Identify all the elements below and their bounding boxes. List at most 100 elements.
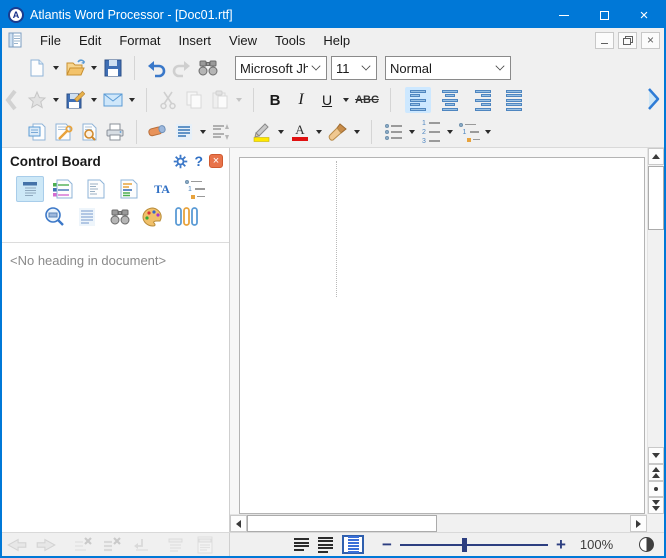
sort-paragraphs-button[interactable] xyxy=(209,119,235,145)
horizontal-scrollbar[interactable] xyxy=(230,514,647,532)
scroll-down-button[interactable] xyxy=(648,447,664,464)
control-board-tab-fields[interactable] xyxy=(115,176,143,202)
font-color-dropdown[interactable] xyxy=(313,119,325,145)
control-board-tab-find[interactable] xyxy=(106,204,134,230)
page-setup-button[interactable] xyxy=(50,119,76,145)
menu-item-edit[interactable]: Edit xyxy=(70,30,110,51)
zoom-slider-track[interactable] xyxy=(400,544,548,546)
paragraph-marks-button[interactable] xyxy=(171,119,197,145)
document-page[interactable] xyxy=(239,157,645,514)
paste-button[interactable] xyxy=(207,87,233,113)
previous-heading-button[interactable] xyxy=(5,535,29,555)
scroll-track[interactable] xyxy=(437,515,630,532)
demote-heading-button[interactable] xyxy=(129,535,153,555)
scroll-left-button[interactable] xyxy=(230,515,247,532)
scroll-right-button[interactable] xyxy=(630,515,647,532)
zoom-slider[interactable] xyxy=(400,536,548,554)
print-preview-button[interactable] xyxy=(76,119,102,145)
minimize-button[interactable] xyxy=(544,2,584,28)
mdi-restore-button[interactable] xyxy=(618,32,637,49)
paste-dropdown[interactable] xyxy=(233,87,245,113)
align-justify-button[interactable] xyxy=(501,87,527,113)
format-painter-dropdown[interactable] xyxy=(351,119,363,145)
control-board-tab-styles[interactable]: 1 xyxy=(181,176,209,202)
delete-all-headings-button[interactable] xyxy=(100,535,124,555)
find-button[interactable] xyxy=(195,55,221,81)
format-painter-button[interactable] xyxy=(325,119,351,145)
align-left-button[interactable] xyxy=(405,87,431,113)
control-board-settings-button[interactable] xyxy=(173,154,188,169)
highlight-button[interactable] xyxy=(249,119,275,145)
control-board-tab-zoom-view[interactable] xyxy=(40,204,68,230)
font-name-combobox[interactable]: Microsoft Jh xyxy=(235,56,327,80)
copy-button[interactable] xyxy=(181,87,207,113)
menu-item-tools[interactable]: Tools xyxy=(266,30,314,51)
save-button[interactable] xyxy=(100,55,126,81)
zoom-out-button[interactable]: − xyxy=(382,536,392,553)
print-layout-view-button[interactable] xyxy=(342,535,364,554)
italic-button[interactable]: I xyxy=(288,87,314,113)
control-board-tab-headings[interactable] xyxy=(16,176,44,202)
email-button[interactable] xyxy=(100,87,126,113)
cut-button[interactable] xyxy=(155,87,181,113)
new-document-dropdown[interactable] xyxy=(50,55,62,81)
toolbar-scroll-right-button[interactable] xyxy=(645,84,663,114)
menu-item-format[interactable]: Format xyxy=(110,30,169,51)
close-button[interactable]: × xyxy=(624,2,664,28)
save-special-dropdown[interactable] xyxy=(88,87,100,113)
numbered-list-dropdown[interactable] xyxy=(444,119,456,145)
control-board-close-button[interactable]: × xyxy=(209,154,223,168)
favorites-dropdown[interactable] xyxy=(50,87,62,113)
redo-button[interactable] xyxy=(169,55,195,81)
document-menu-icon[interactable] xyxy=(7,32,23,48)
strikethrough-button[interactable]: ABC xyxy=(352,87,382,113)
title-bar[interactable]: A Atlantis Word Processor - [Doc01.rtf] … xyxy=(2,2,664,28)
eraser-button[interactable] xyxy=(145,119,171,145)
maximize-button[interactable] xyxy=(584,2,624,28)
collapse-headings-button[interactable] xyxy=(164,535,188,555)
multilevel-list-dropdown[interactable] xyxy=(482,119,494,145)
previous-page-button[interactable] xyxy=(648,464,664,481)
draft-view-button[interactable] xyxy=(294,538,309,551)
document-properties-button[interactable] xyxy=(24,119,50,145)
control-board-tab-clips[interactable] xyxy=(172,204,200,230)
underline-button[interactable]: U xyxy=(314,87,340,113)
control-board-tab-bookmarks[interactable] xyxy=(49,176,77,202)
vertical-scroll-thumb[interactable] xyxy=(648,166,664,230)
underline-dropdown[interactable] xyxy=(340,87,352,113)
open-document-button[interactable] xyxy=(62,55,88,81)
zoom-in-button[interactable]: + xyxy=(556,536,566,553)
menu-item-insert[interactable]: Insert xyxy=(170,30,221,51)
select-browse-object-button[interactable] xyxy=(648,481,664,497)
style-combobox[interactable]: Normal xyxy=(385,56,511,80)
control-board-help-button[interactable]: ? xyxy=(194,153,203,169)
control-board-tab-colors[interactable] xyxy=(139,204,167,230)
web-view-button[interactable] xyxy=(318,537,333,553)
contrast-toggle-button[interactable] xyxy=(639,537,654,552)
control-board-tab-typefaces[interactable]: TA xyxy=(148,176,176,202)
paragraph-marks-dropdown[interactable] xyxy=(197,119,209,145)
favorites-button[interactable] xyxy=(24,87,50,113)
font-color-button[interactable]: A xyxy=(287,119,313,145)
new-document-button[interactable] xyxy=(24,55,50,81)
email-dropdown[interactable] xyxy=(126,87,138,113)
control-board-tab-sections[interactable] xyxy=(82,176,110,202)
highlight-dropdown[interactable] xyxy=(275,119,287,145)
multilevel-list-button[interactable]: 1 xyxy=(456,119,482,145)
mdi-close-button[interactable]: × xyxy=(641,32,660,49)
bold-button[interactable]: B xyxy=(262,87,288,113)
zoom-slider-thumb[interactable] xyxy=(462,538,467,552)
next-heading-button[interactable] xyxy=(34,535,58,555)
font-size-combobox[interactable]: 11 xyxy=(331,56,377,80)
align-right-button[interactable] xyxy=(469,87,495,113)
undo-button[interactable] xyxy=(143,55,169,81)
control-board-tab-paragraphs[interactable] xyxy=(73,204,101,230)
scroll-up-button[interactable] xyxy=(648,148,664,165)
save-special-button[interactable] xyxy=(62,87,88,113)
menu-item-help[interactable]: Help xyxy=(314,30,359,51)
menu-item-file[interactable]: File xyxy=(31,30,70,51)
bulleted-list-button[interactable] xyxy=(380,119,406,145)
mdi-minimize-button[interactable] xyxy=(595,32,614,49)
toolbar-scroll-left-button[interactable] xyxy=(3,86,19,114)
expand-headings-button[interactable] xyxy=(193,535,217,555)
